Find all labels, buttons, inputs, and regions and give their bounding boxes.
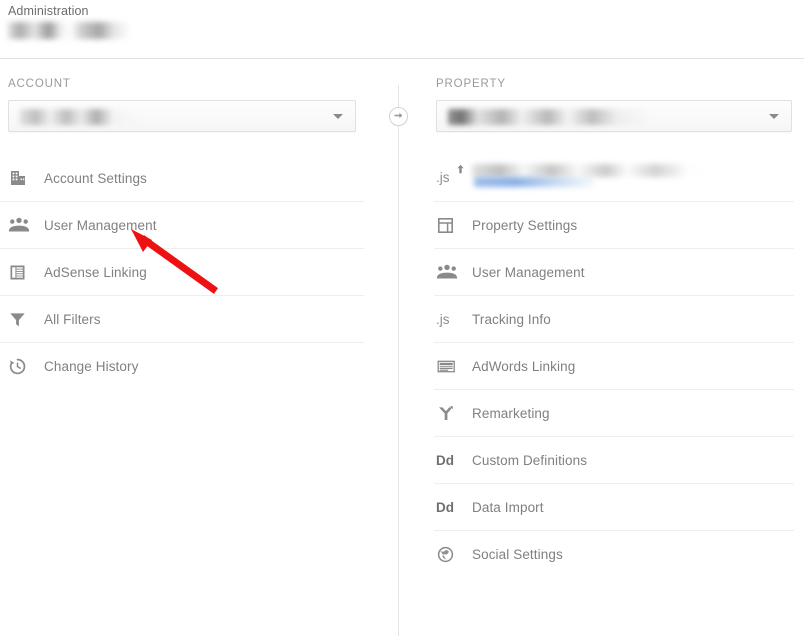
account-column-label: ACCOUNT bbox=[8, 78, 71, 90]
account-menu-item-user-management[interactable]: User Management bbox=[0, 202, 364, 249]
layout-icon bbox=[436, 216, 472, 235]
globe-icon bbox=[436, 545, 472, 564]
property-menu-item-tracking-info[interactable]: .js Tracking Info bbox=[434, 296, 794, 343]
funnel-icon bbox=[8, 310, 44, 329]
js-upgrade-icon: .js bbox=[436, 164, 472, 187]
dd-icon: Dd bbox=[436, 452, 454, 468]
building-icon bbox=[8, 168, 44, 188]
account-column: ACCOUNT Account Settings User Management… bbox=[0, 78, 364, 390]
property-menu-item-user-management[interactable]: User Management bbox=[434, 249, 794, 296]
property-menu-item-label: Data Import bbox=[472, 499, 544, 515]
account-menu-item-adsense-linking[interactable]: AdSense Linking bbox=[0, 249, 364, 296]
account-menu-item-label: AdSense Linking bbox=[44, 264, 147, 280]
property-menu-item-social-settings[interactable]: Social Settings bbox=[434, 531, 794, 578]
property-menu-item-remarketing[interactable]: Remarketing bbox=[434, 390, 794, 437]
property-menu-item-property-settings[interactable]: Property Settings bbox=[434, 202, 794, 249]
chevron-down-icon bbox=[769, 114, 779, 119]
property-menu-item-upgrade[interactable]: .js bbox=[434, 155, 794, 202]
arrow-right-icon bbox=[393, 108, 404, 126]
property-column-label: PROPERTY bbox=[436, 78, 506, 90]
page-title: Administration bbox=[8, 4, 89, 18]
column-divider bbox=[398, 85, 399, 636]
users-icon bbox=[436, 263, 472, 281]
property-selector-value bbox=[448, 109, 648, 125]
account-menu-item-label: All Filters bbox=[44, 311, 101, 327]
adwords-icon bbox=[436, 358, 472, 375]
remarketing-fork-icon bbox=[436, 404, 472, 423]
property-menu-item-adwords-linking[interactable]: AdWords Linking bbox=[434, 343, 794, 390]
account-menu-item-account-settings[interactable]: Account Settings bbox=[0, 155, 364, 202]
property-menu: .js Property Settings User Management .j… bbox=[434, 155, 794, 578]
property-menu-item-label: Remarketing bbox=[472, 405, 550, 421]
redacted-account-name bbox=[8, 22, 128, 39]
account-selector[interactable] bbox=[8, 100, 356, 132]
account-menu-item-label: User Management bbox=[44, 217, 157, 233]
account-selector-value bbox=[20, 109, 136, 125]
property-menu-item-data-import[interactable]: Dd Data Import bbox=[434, 484, 794, 531]
arrow-up-icon bbox=[456, 161, 465, 179]
js-icon: .js bbox=[436, 311, 450, 327]
account-menu-item-all-filters[interactable]: All Filters bbox=[0, 296, 364, 343]
property-column: PROPERTY .js Property Settings User Mana… bbox=[434, 78, 794, 578]
property-menu-item-label: AdWords Linking bbox=[472, 358, 576, 374]
account-menu-item-change-history[interactable]: Change History bbox=[0, 343, 364, 390]
property-menu-item-label: Tracking Info bbox=[472, 311, 551, 327]
admin-page: Administration ACCOUNT Account Settings … bbox=[0, 0, 804, 636]
redacted-upgrade-text bbox=[472, 163, 732, 193]
header-divider bbox=[0, 58, 804, 59]
adsense-icon bbox=[8, 263, 44, 282]
account-menu-item-label: Change History bbox=[44, 359, 139, 374]
chevron-down-icon bbox=[333, 114, 343, 119]
history-clock-icon bbox=[8, 357, 44, 376]
account-menu: Account Settings User Management AdSense… bbox=[0, 155, 364, 390]
page-header: Administration bbox=[0, 0, 804, 59]
property-menu-item-label: Custom Definitions bbox=[472, 452, 588, 468]
dd-icon: Dd bbox=[436, 499, 454, 515]
property-selector[interactable] bbox=[436, 100, 792, 132]
property-menu-item-label: Property Settings bbox=[472, 217, 578, 233]
property-menu-item-label: Social Settings bbox=[472, 547, 563, 562]
swap-columns-button[interactable] bbox=[389, 107, 408, 126]
property-menu-item-custom-definitions[interactable]: Dd Custom Definitions bbox=[434, 437, 794, 484]
property-menu-item-label: User Management bbox=[472, 264, 585, 280]
users-icon bbox=[8, 216, 44, 234]
account-menu-item-label: Account Settings bbox=[44, 170, 147, 186]
